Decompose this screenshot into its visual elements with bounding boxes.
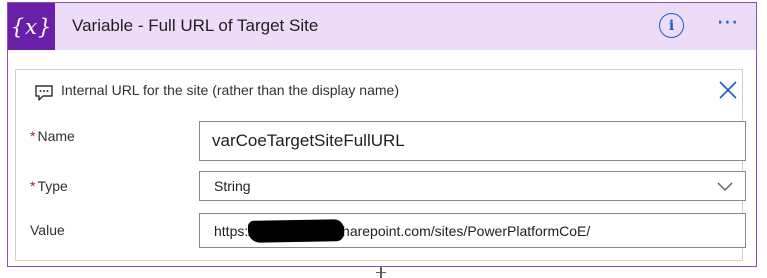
action-title[interactable]: Variable - Full URL of Target Site [72, 16, 318, 36]
value-suffix: harepoint.com/sites/PowerPlatformCoE/ [342, 222, 591, 239]
comment-text[interactable]: Internal URL for the site (rather than t… [61, 82, 399, 98]
action-body: Internal URL for the site (rather than t… [15, 69, 746, 261]
type-value: String [214, 178, 251, 194]
info-icon: i [668, 17, 675, 34]
redaction-mark [247, 218, 345, 243]
name-value: varCoeTargetSiteFullURL [212, 131, 405, 150]
info-button[interactable]: i [659, 13, 684, 38]
more-icon: ⋯ [716, 9, 740, 34]
more-options-button[interactable]: ⋯ [714, 11, 742, 37]
value-text: https:// harepoint.com/sites/PowerPlatfo… [214, 218, 591, 243]
variable-action-card: {x} Variable - Full URL of Target Site i… [7, 2, 757, 267]
type-dropdown[interactable]: String [199, 171, 746, 201]
name-label: * Name [30, 128, 75, 144]
close-icon[interactable] [717, 79, 739, 101]
action-header[interactable]: {x} Variable - Full URL of Target Site i… [8, 3, 756, 50]
chevron-down-icon [717, 182, 733, 191]
value-field[interactable]: https:// harepoint.com/sites/PowerPlatfo… [199, 213, 746, 248]
required-marker: * [30, 128, 36, 144]
name-field[interactable]: varCoeTargetSiteFullURL [199, 121, 746, 161]
required-marker: * [30, 178, 36, 194]
flow-connector-cap [376, 272, 386, 273]
comment-icon [35, 85, 53, 101]
type-label: * Type [30, 178, 68, 194]
value-label: Value [30, 222, 65, 238]
variable-icon: {x} [8, 3, 55, 50]
